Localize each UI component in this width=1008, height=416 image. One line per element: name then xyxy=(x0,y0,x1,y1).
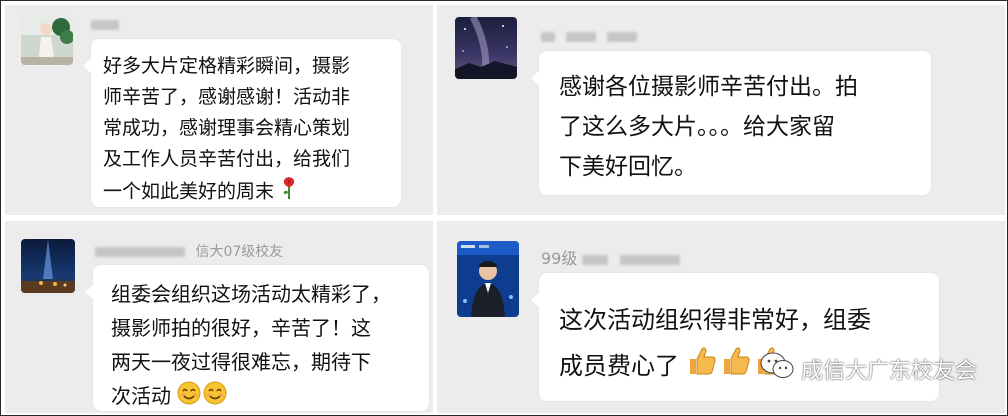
message-line: 一个如此美好的周末 xyxy=(103,175,389,209)
screenshot-collage: 好多大片定格精彩瞬间，摄影 师辛苦了，感谢感谢！活动非 常成功，感谢理事会精心策… xyxy=(0,0,1008,416)
avatar[interactable] xyxy=(455,17,517,79)
chat-panel-3: 信大07级校友 组委会组织这场活动太精彩了， 摄影师拍的很好，辛苦了！这 两天一… xyxy=(5,221,433,413)
avatar[interactable] xyxy=(457,241,519,317)
blurred-name xyxy=(565,31,596,42)
message-line-text: 一个如此美好的周末 xyxy=(103,180,275,203)
message-line: 及工作人员辛苦付出，给我们 xyxy=(103,148,351,170)
message-line-text: 次活动 xyxy=(111,384,171,408)
watermark-text: 成信大广东校友会 xyxy=(800,359,977,384)
smile-icon xyxy=(177,381,227,414)
blurred-name xyxy=(619,254,680,265)
sender-name-text: 99级 xyxy=(541,249,578,268)
message-bubble[interactable]: 感谢各位摄影师辛苦付出。拍 了这么多大片。。。给大家留 下美好回忆。 xyxy=(531,51,931,195)
message-line: 组委会组织这场活动太精彩了， xyxy=(111,282,391,306)
message-line: 师辛苦了，感谢感谢！活动非 xyxy=(103,86,351,108)
sender-name xyxy=(91,15,125,33)
message-line: 下美好回忆。 xyxy=(559,154,697,180)
blurred-name xyxy=(582,254,609,265)
blurred-name xyxy=(541,31,555,42)
watermark: 成信大广东校友会 xyxy=(759,351,977,387)
chat-panel-2: 感谢各位摄影师辛苦付出。拍 了这么多大片。。。给大家留 下美好回忆。 xyxy=(437,5,1005,215)
message-line: 这次活动组织得非常好，组委 xyxy=(559,306,871,334)
blurred-name xyxy=(606,31,637,42)
sender-name xyxy=(541,27,643,45)
message-line: 了这么多大片。。。给大家留 xyxy=(559,114,835,140)
message-line-text: 成员费心了 xyxy=(559,352,679,380)
avatar[interactable] xyxy=(21,13,73,65)
message-line: 常成功，感谢理事会精心策划 xyxy=(103,117,351,139)
avatar[interactable] xyxy=(21,239,75,293)
sender-name: 99级 xyxy=(541,245,686,269)
message-line: 摄影师拍的很好，辛苦了！这 xyxy=(111,316,371,340)
message-line: 感谢各位摄影师辛苦付出。拍 xyxy=(559,74,858,100)
rose-icon xyxy=(280,175,298,209)
message-bubble[interactable]: 组委会组织这场活动太精彩了， 摄影师拍的很好，辛苦了！这 两天一夜过得很难忘，期… xyxy=(85,265,429,413)
message-line: 两天一夜过得很难忘，期待下 xyxy=(111,350,371,374)
message-line: 好多大片定格精彩瞬间，摄影 xyxy=(103,55,351,77)
sender-name: 信大07级校友 xyxy=(95,241,283,261)
message-line: 次活动 xyxy=(111,379,415,413)
blurred-name xyxy=(91,19,119,30)
blurred-name xyxy=(95,247,185,257)
wechat-icon xyxy=(759,351,795,387)
chat-panel-1: 好多大片定格精彩瞬间，摄影 师辛苦了，感谢感谢！活动非 常成功，感谢理事会精心策… xyxy=(5,5,433,215)
message-bubble[interactable]: 好多大片定格精彩瞬间，摄影 师辛苦了，感谢感谢！活动非 常成功，感谢理事会精心策… xyxy=(83,39,401,209)
sender-name-text: 信大07级校友 xyxy=(195,244,284,260)
